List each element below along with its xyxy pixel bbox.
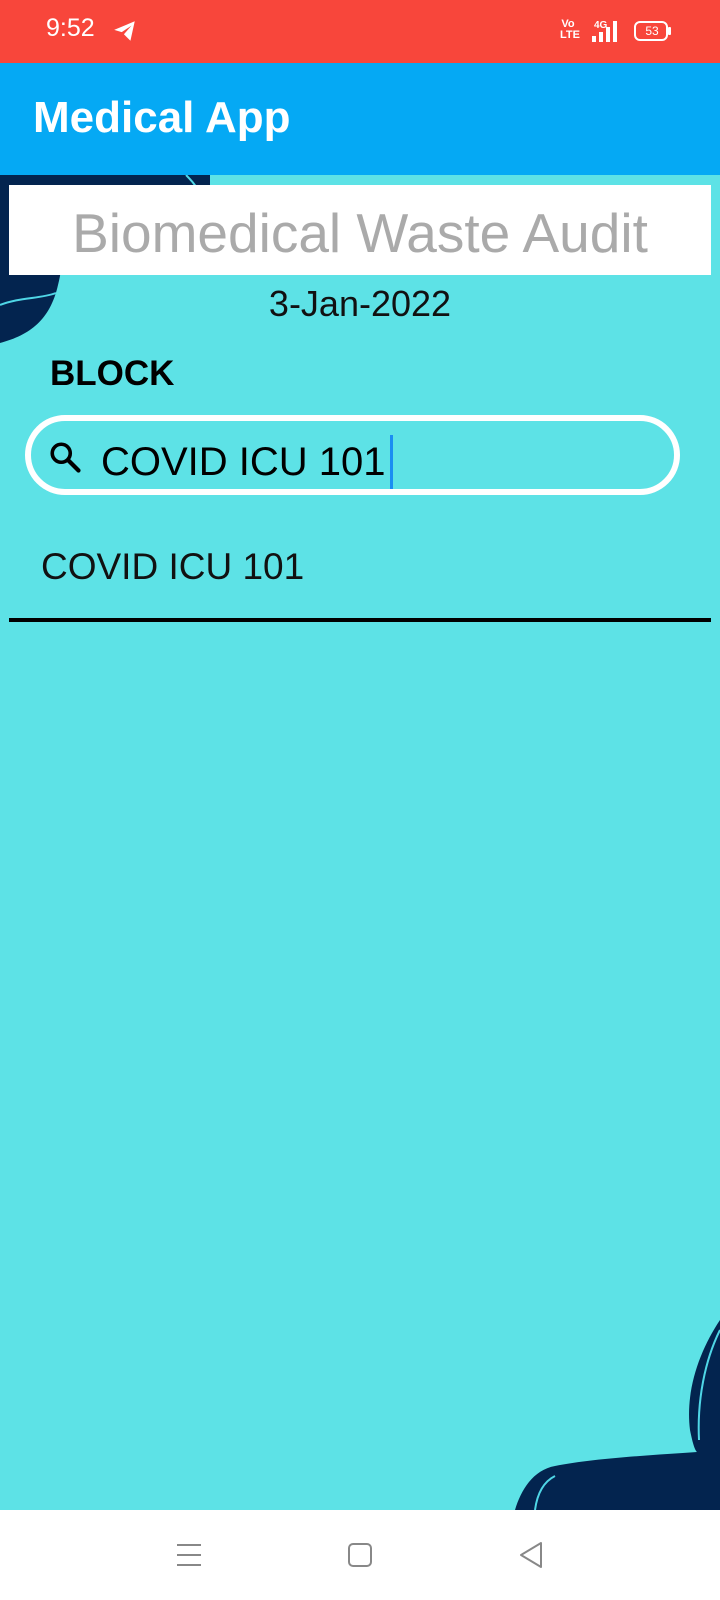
status-bar: 9:52 Vo LTE 4G 53	[0, 0, 720, 63]
search-input-value: COVID ICU 101	[101, 439, 386, 484]
app-screen: 9:52 Vo LTE 4G 53 Medical App Biomedical…	[0, 0, 720, 1600]
volte-icon: Vo LTE	[560, 18, 580, 41]
menu-icon[interactable]	[166, 1532, 212, 1578]
decorative-shape-bottom-right	[515, 1320, 720, 1510]
page-title: Biomedical Waste Audit	[72, 202, 648, 264]
search-icon	[50, 442, 81, 473]
svg-text:4G: 4G	[594, 20, 608, 31]
block-search-field[interactable]: COVID ICU 101	[25, 415, 680, 495]
telegram-icon	[114, 21, 135, 41]
search-result-label: COVID ICU 101	[41, 546, 305, 587]
back-icon[interactable]	[508, 1532, 554, 1578]
app-title: Medical App	[33, 93, 291, 142]
text-caret	[389, 435, 393, 489]
page-title-card: Biomedical Waste Audit	[9, 185, 711, 275]
signal-icon: 4G	[592, 20, 617, 42]
audit-date: 3-Jan-2022	[268, 283, 452, 324]
system-nav-bar	[0, 1510, 720, 1600]
home-icon[interactable]	[337, 1532, 383, 1578]
app-bar: Medical App	[0, 63, 720, 175]
search-input[interactable]: COVID ICU 101	[101, 435, 393, 489]
battery-level: 53	[645, 24, 659, 38]
block-label: BLOCK	[50, 354, 175, 393]
status-time: 9:52	[46, 14, 95, 42]
search-result-item[interactable]: COVID ICU 101	[9, 530, 711, 622]
